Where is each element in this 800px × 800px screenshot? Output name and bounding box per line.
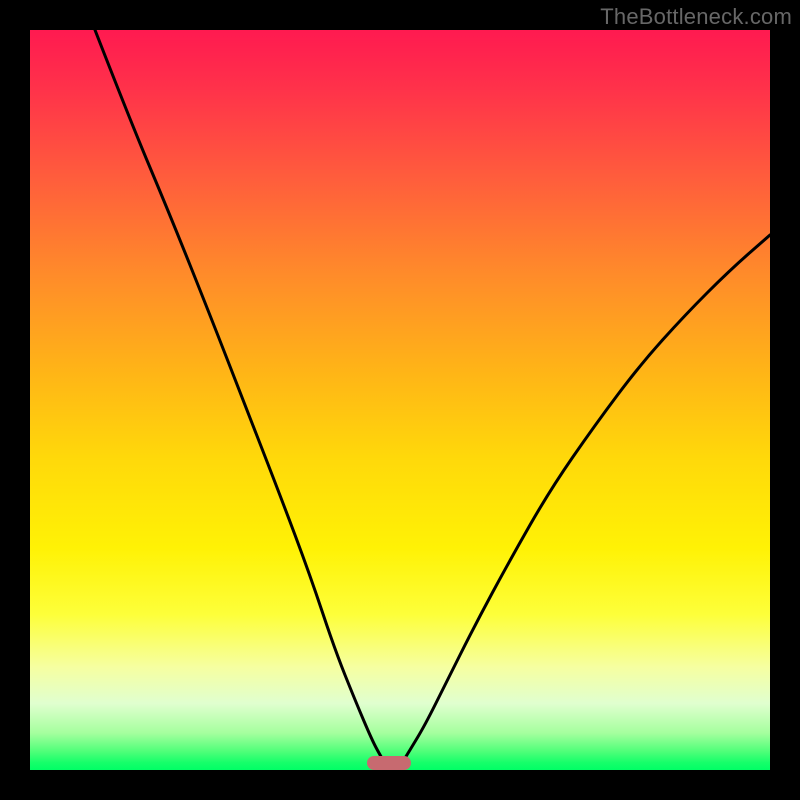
frame: TheBottleneck.com	[0, 0, 800, 800]
bottleneck-marker	[367, 756, 411, 770]
curve-right-arm	[402, 235, 770, 763]
curve-paths	[95, 30, 770, 763]
plot-area	[30, 30, 770, 770]
curve-left-arm	[95, 30, 385, 763]
curves-layer	[30, 30, 770, 770]
watermark-text: TheBottleneck.com	[600, 4, 792, 30]
